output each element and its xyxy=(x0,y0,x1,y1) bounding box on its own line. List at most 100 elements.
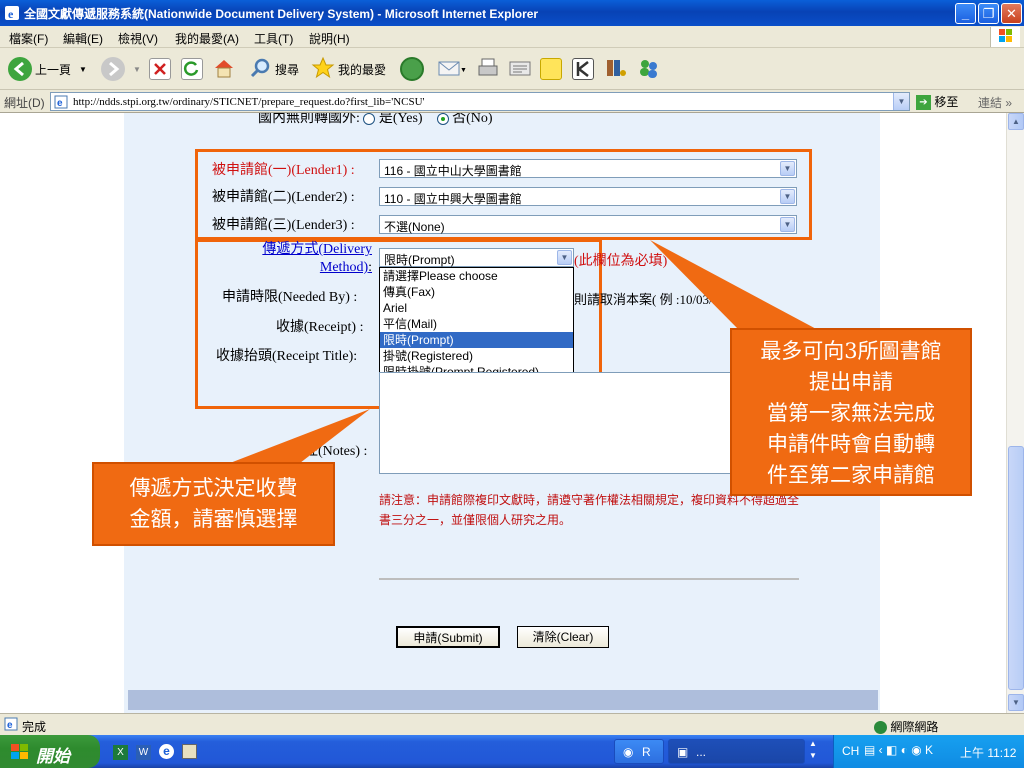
language-indicator[interactable]: CH xyxy=(842,744,859,758)
lenders-callout-line1: 最多可向3所圖書館 xyxy=(760,339,942,363)
scroll-up-icon[interactable]: ▲ xyxy=(1008,113,1024,130)
note-button[interactable] xyxy=(540,56,562,82)
favorites-label: 我的最愛 xyxy=(338,62,387,77)
print-icon xyxy=(476,56,500,83)
lenders-callout-pointer xyxy=(650,240,820,331)
address-bar: 網址(D) e http://ndds.stpi.org.tw/ordinary… xyxy=(0,90,1024,113)
taskbar-item-1[interactable]: ◉ R xyxy=(614,739,664,764)
edit-button[interactable] xyxy=(508,56,532,82)
scrollbar-thumb[interactable] xyxy=(1008,446,1024,690)
maximize-button[interactable]: ❐ xyxy=(978,3,999,24)
links-label: 連結 xyxy=(978,96,1003,110)
stop-button[interactable] xyxy=(149,56,171,82)
address-input[interactable]: e http://ndds.stpi.org.tw/ordinary/STICN… xyxy=(50,92,910,111)
lenders-callout: 最多可向3所圖書館 提出申請 當第一家無法完成 申請件時會自動轉 件至第二家申請… xyxy=(730,328,972,496)
windows-flag-icon xyxy=(990,27,1020,47)
home-button[interactable] xyxy=(212,56,236,82)
forward-dropdown-icon[interactable]: ▼ xyxy=(133,65,141,74)
desktop-icon[interactable] xyxy=(182,744,197,762)
word-icon[interactable]: W xyxy=(136,744,151,760)
lenders-callout-line2: 提出申請 xyxy=(809,370,893,394)
page-done-icon: e xyxy=(4,717,18,734)
research-button[interactable] xyxy=(604,56,628,82)
messenger-icon xyxy=(636,56,662,83)
lenders-callout-line4: 申請件時會自動轉 xyxy=(767,432,935,456)
back-arrow-icon xyxy=(8,57,32,81)
links-button[interactable]: 連結 » xyxy=(978,94,1012,111)
taskbar-item-1-label: R xyxy=(642,745,651,759)
back-dropdown-icon[interactable]: ▼ xyxy=(79,65,87,74)
favorites-button[interactable]: 我的最愛 xyxy=(311,56,386,82)
history-icon xyxy=(400,57,424,81)
excel-icon[interactable]: X xyxy=(113,744,128,760)
zone-label: 網際網路 xyxy=(890,720,939,734)
lenders-callout-line5: 件至第二家申請館 xyxy=(767,463,935,487)
taskbar-item-2-label: ... xyxy=(696,745,707,759)
home-icon xyxy=(212,56,236,83)
note-icon xyxy=(540,58,562,80)
delivery-callout-line2: 金額，請審慎選擇 xyxy=(129,507,298,531)
search-button[interactable]: 搜尋 xyxy=(248,56,299,82)
go-button[interactable]: ➔ 移至 xyxy=(916,93,958,111)
search-label: 搜尋 xyxy=(275,62,300,77)
k-button[interactable] xyxy=(572,56,594,82)
globe-icon xyxy=(874,721,887,735)
page-content: 國內無則轉國外: 是(Yes) 否(No) 被申請館(一)(Lender1) :… xyxy=(0,113,1006,713)
menu-edit[interactable]: 編輯(E) xyxy=(63,30,103,47)
status-text: 完成 xyxy=(22,720,47,734)
svg-text:▼: ▼ xyxy=(460,67,467,74)
clock: 上午 11:12 xyxy=(960,746,1017,760)
taskbar-item-2[interactable]: ▣ ... xyxy=(668,739,805,764)
svg-text:e: e xyxy=(57,98,63,109)
toolbar: 上一頁 ▼ ▼ 搜尋 我的最愛 ▼ xyxy=(0,48,1024,90)
ie-icon: e xyxy=(5,6,19,21)
page-icon: e xyxy=(54,95,68,112)
taskbar: 開始 X W e ◉ R ▣ ... ▲ ▼ CH ▤ ‹ ◧ ◐ ◉ K 上午 … xyxy=(0,735,1024,768)
window-title: 全國文獻傳遞服務系統(Nationwide Document Delivery … xyxy=(24,7,539,21)
title-bar[interactable]: e 全國文獻傳遞服務系統(Nationwide Document Deliver… xyxy=(0,0,1024,26)
forward-arrow-icon xyxy=(101,57,125,81)
menu-favorites[interactable]: 我的最愛(A) xyxy=(175,30,239,47)
menu-file[interactable]: 檔案(F) xyxy=(9,30,48,47)
delivery-callout-line1: 傳遞方式決定收費 xyxy=(129,476,298,500)
address-dropdown-icon[interactable]: ▼ xyxy=(893,93,909,110)
research-icon xyxy=(604,56,628,83)
menu-bar: 檔案(F) 編輯(E) 檢視(V) 我的最愛(A) 工具(T) 說明(H) xyxy=(0,26,1024,48)
history-button[interactable] xyxy=(400,56,424,82)
go-arrow-icon: ➔ xyxy=(916,95,931,111)
address-url: http://ndds.stpi.org.tw/ordinary/STICNET… xyxy=(73,96,425,108)
vertical-scrollbar[interactable]: ▲ ▼ xyxy=(1006,113,1024,713)
tray-icons[interactable]: ▤ ‹ ◧ ◐ ◉ K xyxy=(864,743,933,757)
taskbar-item-2-icon: ▣ xyxy=(677,745,689,759)
windows-logo-icon xyxy=(10,743,30,766)
system-tray: CH ▤ ‹ ◧ ◐ ◉ K 上午 11:12 xyxy=(833,735,1024,768)
k-icon xyxy=(572,58,594,80)
svg-text:e: e xyxy=(7,720,13,731)
delivery-callout: 傳遞方式決定收費 金額，請審慎選擇 xyxy=(92,462,335,546)
back-button[interactable]: 上一頁 ▼ xyxy=(8,56,87,82)
start-button[interactable]: 開始 xyxy=(0,735,100,768)
lenders-callout-line3: 當第一家無法完成 xyxy=(767,401,935,425)
back-label: 上一頁 xyxy=(35,62,72,77)
refresh-icon xyxy=(181,58,203,80)
refresh-button[interactable] xyxy=(181,56,203,82)
edit-icon xyxy=(508,56,532,83)
print-button[interactable] xyxy=(476,56,500,82)
menu-view[interactable]: 檢視(V) xyxy=(118,30,158,47)
mail-icon: ▼ xyxy=(437,56,467,83)
taskbar-scroll-icon[interactable]: ▲ ▼ xyxy=(809,738,817,762)
messenger-button[interactable] xyxy=(636,56,662,82)
security-zone: 網際網路 xyxy=(874,718,938,735)
search-icon xyxy=(248,56,272,83)
ie-quicklaunch-icon[interactable]: e xyxy=(159,744,174,759)
close-button[interactable]: ✕ xyxy=(1001,3,1022,24)
mail-button[interactable]: ▼ xyxy=(437,56,467,82)
scroll-down-icon[interactable]: ▼ xyxy=(1008,694,1024,711)
menu-help[interactable]: 說明(H) xyxy=(309,30,350,47)
delivery-callout-pointer xyxy=(230,409,370,463)
forward-button[interactable]: ▼ xyxy=(101,56,141,82)
minimize-button[interactable]: _ xyxy=(955,3,976,24)
menu-tools[interactable]: 工具(T) xyxy=(254,30,293,47)
taskbar-item-1-icon: ◉ xyxy=(623,745,634,759)
status-bar: e 完成 網際網路 xyxy=(0,713,1024,735)
